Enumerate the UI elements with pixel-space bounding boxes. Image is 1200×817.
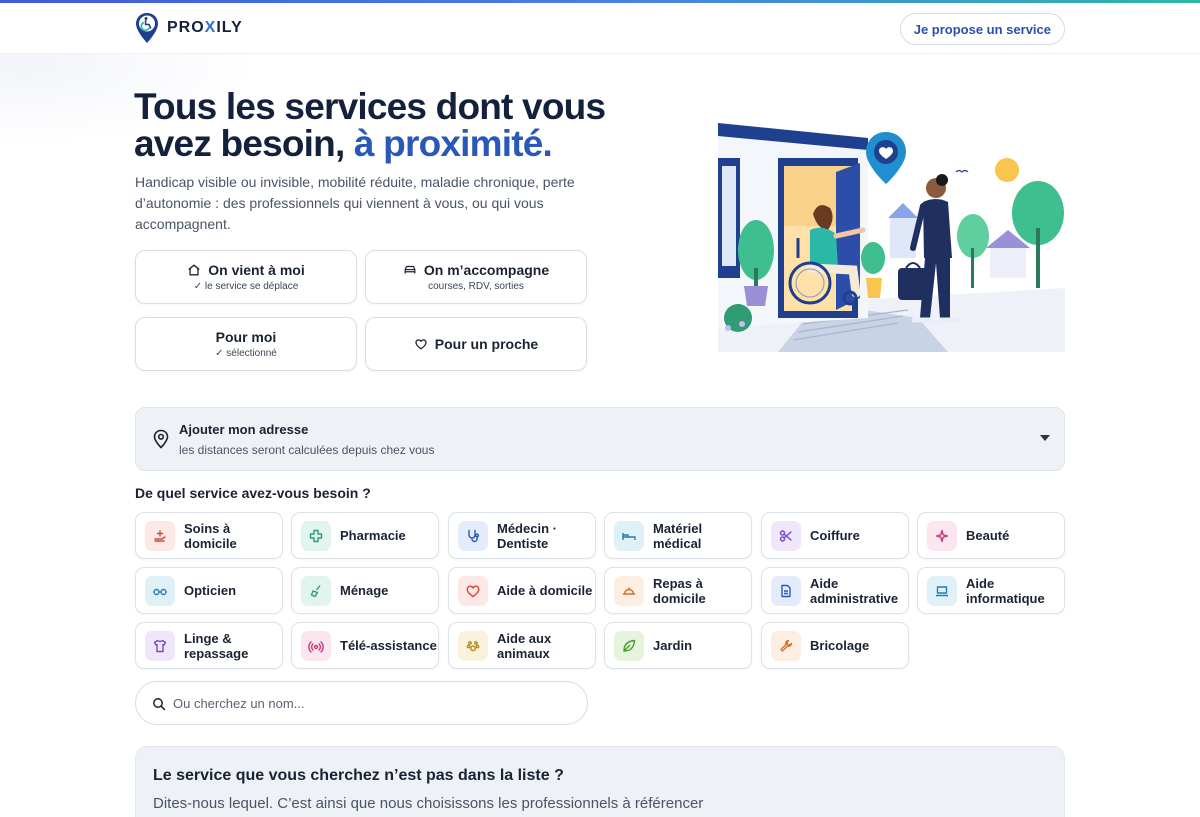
glasses-icon bbox=[145, 576, 175, 606]
service-tile-jardin[interactable]: Jardin bbox=[604, 622, 752, 669]
hero-subtitle: Handicap visible ou invisible, mobilité … bbox=[135, 174, 575, 232]
choice-pour-moi[interactable]: Pour moi ✓ sélectionné bbox=[135, 317, 357, 371]
choice-label: On vient à moi bbox=[208, 262, 305, 278]
service-label: Aide à domicile bbox=[497, 583, 593, 598]
missing-service-title: Le service que vous cherchez n’est pas d… bbox=[153, 767, 564, 784]
shirt-icon bbox=[145, 631, 175, 661]
address-title: Ajouter mon adresse bbox=[179, 422, 309, 437]
home-icon bbox=[188, 264, 200, 276]
missing-service-text: Dites-nous lequel. C’est ainsi que nous … bbox=[153, 795, 704, 812]
service-label: Opticien bbox=[184, 583, 237, 598]
service-tile-aide-informatique[interactable]: Aide informatique bbox=[917, 567, 1065, 614]
choice-on-vient-a-moi[interactable]: On vient à moi ✓ le service se déplace bbox=[135, 250, 357, 304]
service-tile-menage[interactable]: Ménage bbox=[291, 567, 439, 614]
address-selector[interactable]: Ajouter mon adresse les distances seront… bbox=[135, 407, 1065, 471]
search-icon bbox=[153, 698, 166, 711]
service-tile-repas-a-domicile[interactable]: Repas à domicile bbox=[604, 567, 752, 614]
service-label: Linge & repassage bbox=[184, 630, 249, 661]
hero-title: Tous les services dont vous avez besoin,… bbox=[134, 88, 654, 162]
service-tile-bricolage[interactable]: Bricolage bbox=[761, 622, 909, 669]
heart-icon bbox=[458, 576, 488, 606]
choice-sub: ✓ le service se déplace bbox=[193, 281, 299, 292]
paw-icon bbox=[458, 631, 488, 661]
choice-sub: ✓ sélectionné bbox=[215, 348, 277, 359]
cross-icon bbox=[301, 521, 331, 551]
hero-illustration bbox=[718, 118, 1065, 352]
brand-name: PROXILY bbox=[167, 19, 243, 36]
service-tile-medecin-dentiste[interactable]: Médecin · Dentiste bbox=[448, 512, 596, 559]
service-tile-linge-repassage[interactable]: Linge & repassage bbox=[135, 622, 283, 669]
missing-service-card: Le service que vous cherchez n’est pas d… bbox=[135, 746, 1065, 817]
service-tile-materiel-medical[interactable]: Matériel médical bbox=[604, 512, 752, 559]
service-tile-beaute[interactable]: Beauté bbox=[917, 512, 1065, 559]
hero-title-line2: avez besoin, bbox=[134, 123, 354, 164]
wrench-icon bbox=[771, 631, 801, 661]
service-label: Aide administrative bbox=[810, 575, 899, 606]
sparkle-icon bbox=[927, 521, 957, 551]
service-label: Médecin · Dentiste bbox=[497, 520, 557, 551]
car-icon bbox=[404, 265, 416, 274]
service-label: Pharmacie bbox=[340, 528, 406, 543]
hero-title-line1: Tous les services dont vous bbox=[134, 86, 606, 127]
choice-label: Pour moi bbox=[215, 329, 277, 345]
bed-icon bbox=[614, 521, 644, 551]
name-search[interactable] bbox=[135, 681, 588, 725]
service-tile-aide-administrative[interactable]: Aide administrative bbox=[761, 567, 909, 614]
choice-sub: courses, RDV, sorties bbox=[428, 281, 524, 292]
search-input[interactable] bbox=[173, 692, 573, 714]
leaf-icon bbox=[614, 631, 644, 661]
service-label: Beauté bbox=[966, 528, 1010, 543]
stethoscope-icon bbox=[458, 521, 488, 551]
service-label: Aide informatique bbox=[966, 575, 1045, 606]
service-label: Repas à domicile bbox=[653, 575, 706, 606]
broom-icon bbox=[301, 576, 331, 606]
service-label: Ménage bbox=[340, 583, 389, 598]
service-tile-tele-assistance[interactable]: Télé-assistance bbox=[291, 622, 439, 669]
service-label: Jardin bbox=[653, 638, 693, 653]
service-label: Matériel médical bbox=[653, 520, 703, 551]
signal-icon bbox=[301, 631, 331, 661]
scissors-icon bbox=[771, 521, 801, 551]
location-pin-icon bbox=[153, 429, 169, 449]
heart-icon bbox=[415, 339, 427, 350]
service-label: Aide aux animaux bbox=[497, 630, 552, 661]
choice-pour-un-proche[interactable]: Pour un proche bbox=[365, 317, 587, 371]
address-subtitle: les distances seront calculées depuis ch… bbox=[179, 443, 435, 457]
service-label: Télé-assistance bbox=[340, 638, 437, 653]
hero-title-accent: à proximité. bbox=[353, 123, 553, 164]
cloche-icon bbox=[614, 576, 644, 606]
service-tile-pharmacie[interactable]: Pharmacie bbox=[291, 512, 439, 559]
service-tile-coiffure[interactable]: Coiffure bbox=[761, 512, 909, 559]
wheelchair-pin-icon bbox=[136, 13, 158, 43]
service-tile-opticien[interactable]: Opticien bbox=[135, 567, 283, 614]
propose-service-button[interactable]: Je propose un service bbox=[899, 13, 1065, 45]
service-tile-aide-a-domicile[interactable]: Aide à domicile bbox=[448, 567, 596, 614]
choice-label: On m’accompagne bbox=[423, 262, 550, 278]
services-section-title: De quel service avez-vous besoin ? bbox=[135, 485, 371, 501]
choice-label: Pour un proche bbox=[434, 336, 539, 352]
service-label: Soins à domicile bbox=[184, 520, 237, 551]
service-tile-aide-aux-animaux[interactable]: Aide aux animaux bbox=[448, 622, 596, 669]
service-tile-soins-a-domicile[interactable]: Soins à domicile bbox=[135, 512, 283, 559]
document-icon bbox=[771, 576, 801, 606]
chevron-down-icon bbox=[1040, 435, 1050, 441]
service-label: Bricolage bbox=[810, 638, 870, 653]
site-header: PROXILY Je propose un service bbox=[0, 3, 1200, 54]
choice-on-m-accompagne[interactable]: On m’accompagne courses, RDV, sorties bbox=[365, 250, 587, 304]
laptop-icon bbox=[927, 576, 957, 606]
service-label: Coiffure bbox=[810, 528, 860, 543]
logo[interactable]: PROXILY bbox=[135, 12, 243, 44]
care-hand-icon bbox=[145, 521, 175, 551]
